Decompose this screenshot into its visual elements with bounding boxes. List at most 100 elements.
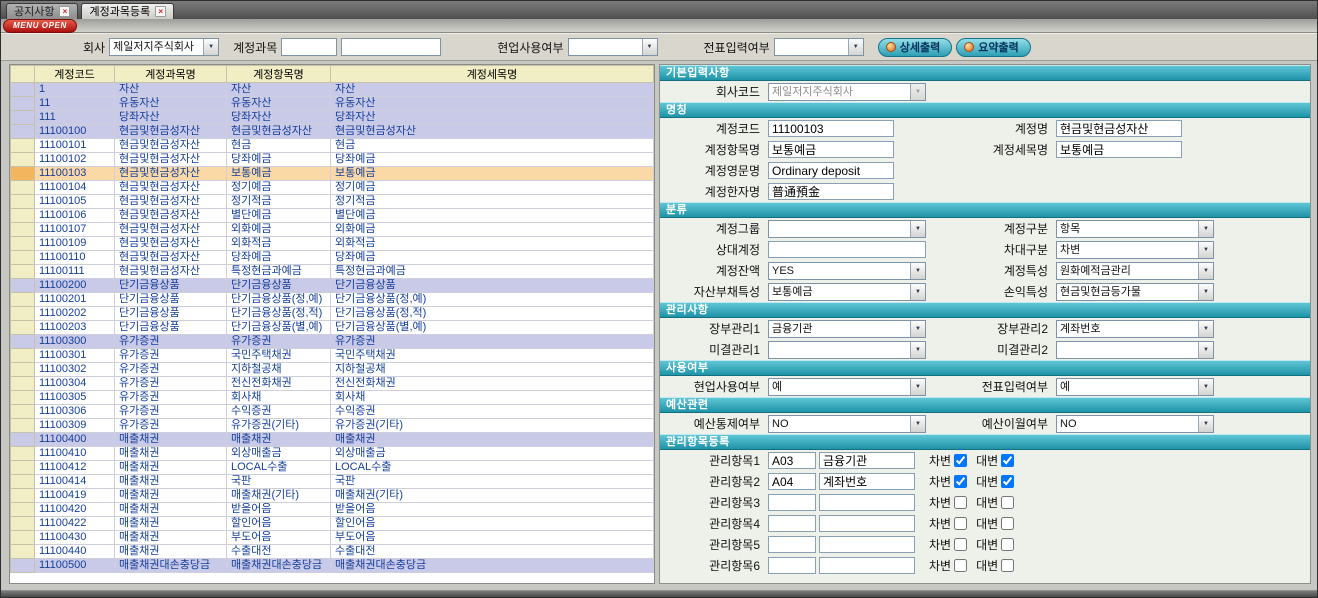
hanja-name-input[interactable] — [768, 183, 894, 200]
mgmt-item-code-input[interactable] — [768, 536, 816, 553]
table-row[interactable]: 11100107 현금및현금성자산 외화예금 외화예금 — [11, 223, 654, 237]
ledger1-combo[interactable]: 금융기관 ▼ — [768, 320, 926, 338]
english-name-input[interactable] — [768, 162, 894, 179]
mgmt-item-name-input[interactable] — [819, 557, 915, 574]
account-division-combo[interactable]: 항목 ▼ — [1056, 220, 1214, 238]
credit-checkbox[interactable] — [1001, 517, 1014, 530]
mgmt-item-code-input[interactable] — [768, 452, 816, 469]
credit-checkbox[interactable] — [1001, 559, 1014, 572]
mgmt-item-code-input[interactable] — [768, 557, 816, 574]
table-row[interactable]: 11100410 매출채권 외상매출금 외상매출금 — [11, 447, 654, 461]
account-trait-combo[interactable]: 원화예적금관리 ▼ — [1056, 262, 1214, 280]
mgmt-item-code-input[interactable] — [768, 494, 816, 511]
account-balance-combo[interactable]: YES ▼ — [768, 262, 926, 280]
table-row[interactable]: 11100203 단기금융상품 단기금융상품(별,예) 단기금융상품(별,예) — [11, 321, 654, 335]
table-row[interactable]: 11100420 매출채권 받을어음 받을어음 — [11, 503, 654, 517]
credit-checkbox[interactable] — [1001, 538, 1014, 551]
close-icon[interactable]: × — [59, 6, 70, 17]
table-row[interactable]: 11100440 매출채권 수출대전 수출대전 — [11, 545, 654, 559]
section-naming-header: 명칭 — [660, 102, 1310, 118]
table-row[interactable]: 11100305 유가증권 회사채 회사채 — [11, 391, 654, 405]
summary-print-button[interactable]: 요약출력 — [956, 38, 1030, 57]
table-row[interactable]: 11100105 현금및현금성자산 정기적금 정기적금 — [11, 195, 654, 209]
account-name-input[interactable] — [1056, 120, 1182, 137]
debit-checkbox[interactable] — [954, 496, 967, 509]
company-code-combo[interactable]: 제일저지주식회사 ▼ — [768, 83, 926, 101]
mgmt-item-name-input[interactable] — [819, 536, 915, 553]
table-row[interactable]: 11100101 현금및현금성자산 현금 현금 — [11, 139, 654, 153]
table-row[interactable]: 11100100 현금및현금성자산 현금및현금성자산 현금및현금성자산 — [11, 125, 654, 139]
table-row[interactable]: 11100500 매출채권대손충당금 매출채권대손충당금 매출채권대손충당금 — [11, 559, 654, 573]
menu-open-button[interactable]: MENU OPEN — [3, 19, 77, 33]
mgmt-item-code-input[interactable] — [768, 473, 816, 490]
table-row[interactable]: 11100110 현금및현금성자산 당좌예금 당좌예금 — [11, 251, 654, 265]
credit-checkbox[interactable] — [1001, 475, 1014, 488]
table-row[interactable]: 11100300 유가증권 유가증권 유가증권 — [11, 335, 654, 349]
ledger2-combo[interactable]: 계좌번호 ▼ — [1056, 320, 1214, 338]
account-code-input[interactable] — [768, 120, 894, 137]
item-name-input[interactable] — [768, 141, 894, 158]
table-row[interactable]: 11100306 유가증권 수익증권 수익증권 — [11, 405, 654, 419]
table-row[interactable]: 11 유동자산 유동자산 유동자산 — [11, 97, 654, 111]
credit-checkbox[interactable] — [1001, 454, 1014, 467]
table-row[interactable]: 11100301 유가증권 국민주택채권 국민주택채권 — [11, 349, 654, 363]
tab-account-registration[interactable]: 계정과목등록 × — [81, 3, 174, 19]
detail-print-button[interactable]: 상세출력 — [878, 38, 952, 57]
account-name-search-input[interactable] — [341, 38, 441, 56]
debit-checkbox[interactable] — [954, 559, 967, 572]
table-row[interactable]: 11100103 현금및현금성자산 보통예금 보통예금 — [11, 167, 654, 181]
panel-slip-entry-combo[interactable]: 예 ▼ — [1056, 378, 1214, 396]
slip-entry-combo[interactable]: ▼ — [774, 38, 864, 56]
table-row[interactable]: 11100309 유가증권 유가증권(기타) 유가증권(기타) — [11, 419, 654, 433]
table-row[interactable]: 11100104 현금및현금성자산 정기예금 정기예금 — [11, 181, 654, 195]
debit-checkbox[interactable] — [954, 475, 967, 488]
table-row[interactable]: 1 자산 자산 자산 — [11, 83, 654, 97]
cell-account-name: 유가증권 — [115, 405, 227, 419]
table-row[interactable]: 111 당좌자산 당좌자산 당좌자산 — [11, 111, 654, 125]
counter-account-input[interactable] — [768, 241, 926, 258]
mgmt-item-name-input[interactable] — [819, 473, 915, 490]
debit-checkbox[interactable] — [954, 454, 967, 467]
table-row[interactable]: 11100412 매출채권 LOCAL수출 LOCAL수출 — [11, 461, 654, 475]
table-row[interactable]: 11100106 현금및현금성자산 별단예금 별단예금 — [11, 209, 654, 223]
pending2-combo[interactable]: ▼ — [1056, 341, 1214, 359]
mgmt-item-name-input[interactable] — [819, 515, 915, 532]
cell-detail-name: 국판 — [331, 475, 654, 489]
close-icon[interactable]: × — [155, 6, 166, 17]
table-row[interactable]: 11100414 매출채권 국판 국판 — [11, 475, 654, 489]
debit-credit-combo[interactable]: 차변 ▼ — [1056, 241, 1214, 259]
table-row[interactable]: 11100422 매출채권 할인어음 할인어음 — [11, 517, 654, 531]
budget-carryover-combo[interactable]: NO ▼ — [1056, 415, 1214, 433]
credit-checkbox[interactable] — [1001, 496, 1014, 509]
tab-notice[interactable]: 공지사항 × — [6, 3, 78, 19]
pl-trait-combo[interactable]: 현금및현금등가물 ▼ — [1056, 283, 1214, 301]
panel-field-use-combo[interactable]: 예 ▼ — [768, 378, 926, 396]
table-row[interactable]: 11100304 유가증권 전신전화채권 전신전화채권 — [11, 377, 654, 391]
cell-item-name: 매출채권 — [227, 433, 331, 447]
cell-account-code: 11100109 — [35, 237, 115, 251]
table-row[interactable]: 11100200 단기금융상품 단기금융상품 단기금융상품 — [11, 279, 654, 293]
account-group-combo[interactable]: ▼ — [768, 220, 926, 238]
field-use-combo[interactable]: ▼ — [568, 38, 658, 56]
mgmt-item-name-input[interactable] — [819, 452, 915, 469]
table-row[interactable]: 11100430 매출채권 부도어음 부도어음 — [11, 531, 654, 545]
table-row[interactable]: 11100111 현금및현금성자산 특정현금과예금 특정현금과예금 — [11, 265, 654, 279]
table-row[interactable]: 11100102 현금및현금성자산 당좌예금 당좌예금 — [11, 153, 654, 167]
mgmt-item-code-input[interactable] — [768, 515, 816, 532]
asset-trait-combo[interactable]: 보통예금 ▼ — [768, 283, 926, 301]
budget-control-combo[interactable]: NO ▼ — [768, 415, 926, 433]
table-row[interactable]: 11100400 매출채권 매출채권 매출채권 — [11, 433, 654, 447]
mgmt-item-name-input[interactable] — [819, 494, 915, 511]
table-row[interactable]: 11100109 현금및현금성자산 외화적금 외화적금 — [11, 237, 654, 251]
slip-entry-label: 전표입력여부 — [704, 39, 770, 56]
account-code-search-input[interactable] — [281, 38, 337, 56]
company-combo[interactable]: 제일저지주식회사 ▼ — [109, 38, 219, 56]
table-row[interactable]: 11100202 단기금융상품 단기금융상품(정,적) 단기금융상품(정,적) — [11, 307, 654, 321]
debit-checkbox[interactable] — [954, 517, 967, 530]
pending1-combo[interactable]: ▼ — [768, 341, 926, 359]
debit-checkbox[interactable] — [954, 538, 967, 551]
detail-name-input[interactable] — [1056, 141, 1182, 158]
table-row[interactable]: 11100419 매출채권 매출채권(기타) 매출채권(기타) — [11, 489, 654, 503]
table-row[interactable]: 11100201 단기금융상품 단기금융상품(정,예) 단기금융상품(정,예) — [11, 293, 654, 307]
table-row[interactable]: 11100302 유가증권 지하철공채 지하철공채 — [11, 363, 654, 377]
